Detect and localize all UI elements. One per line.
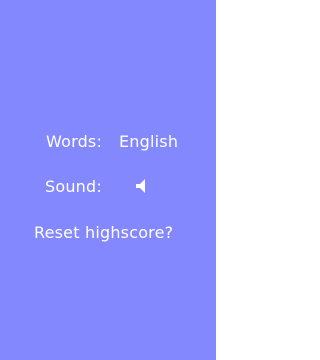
words-label: Words: xyxy=(46,132,103,151)
sound-label: Sound: xyxy=(45,177,102,196)
words-language-option[interactable]: English xyxy=(119,133,178,151)
reset-highscore-button[interactable]: Reset highscore? xyxy=(34,224,173,242)
settings-screen: Words: English Sound: Reset highscore? xyxy=(0,0,216,360)
sound-toggle-button[interactable] xyxy=(131,176,151,196)
speaker-icon xyxy=(136,179,145,193)
